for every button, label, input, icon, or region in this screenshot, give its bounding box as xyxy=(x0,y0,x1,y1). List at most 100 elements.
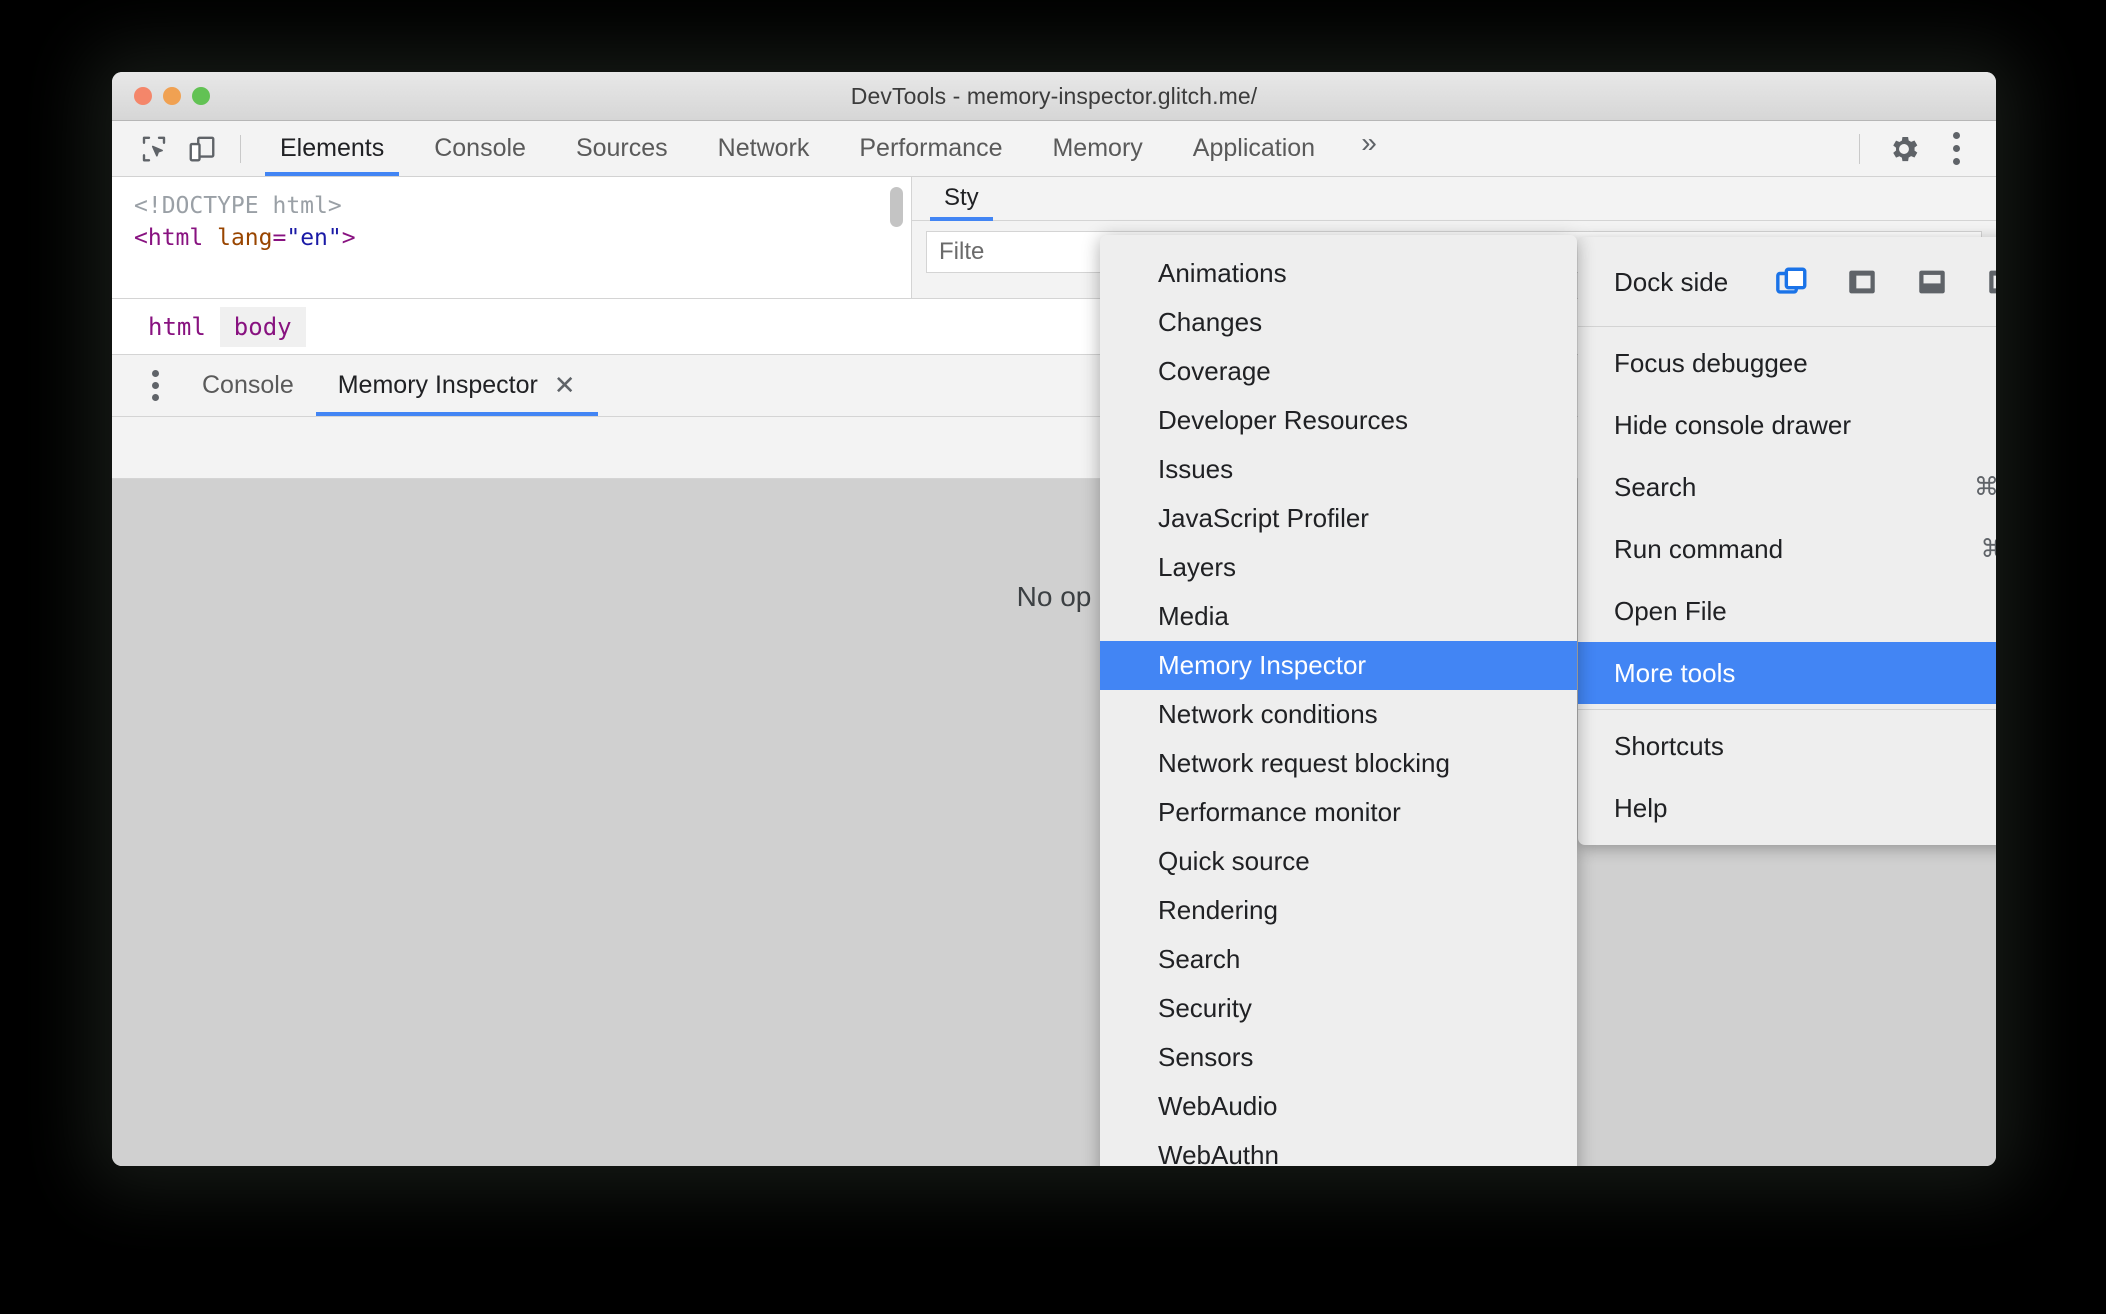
menu-item-shortcuts-label: Shortcuts xyxy=(1614,730,1724,761)
tab-application[interactable]: Application xyxy=(1168,121,1340,176)
dock-side-row: Dock side xyxy=(1578,243,1996,321)
tab-memory-label: Memory xyxy=(1052,134,1143,162)
drawer-tab-memory-inspector[interactable]: Memory Inspector ✕ xyxy=(315,355,598,416)
more-tools-item-developer-resources[interactable]: Developer Resources xyxy=(1100,396,1577,445)
tab-network[interactable]: Network xyxy=(693,121,835,176)
styles-tabbar: Sty xyxy=(912,177,1996,221)
more-tools-item-changes[interactable]: Changes xyxy=(1100,298,1577,347)
more-tools-item-webaudio[interactable]: WebAudio xyxy=(1100,1082,1577,1131)
more-tools-item-memory-inspector[interactable]: Memory Inspector xyxy=(1100,641,1577,690)
menu-item-search[interactable]: Search ⌘ ⌥ F xyxy=(1578,456,1996,518)
tab-performance-label: Performance xyxy=(859,134,1003,162)
main-options-menu: Dock side Focus debuggee Hide console dr… xyxy=(1578,237,1996,845)
dom-open-bracket: < xyxy=(134,224,148,251)
breadcrumb-item-body[interactable]: body xyxy=(219,306,306,347)
dock-to-bottom-icon[interactable] xyxy=(1914,265,1950,299)
more-tools-item-sensors[interactable]: Sensors xyxy=(1100,1033,1577,1082)
tab-styles[interactable]: Sty xyxy=(930,184,993,221)
inspect-element-icon[interactable] xyxy=(130,127,178,171)
menu-separator-bottom xyxy=(1578,709,1996,710)
tab-elements[interactable]: Elements xyxy=(255,121,409,176)
menu-item-focus-debuggee-label: Focus debuggee xyxy=(1614,347,1808,378)
more-tools-item-animations[interactable]: Animations xyxy=(1100,249,1577,298)
more-tools-submenu: Animations Changes Coverage Developer Re… xyxy=(1100,235,1577,1166)
menu-item-open-file-label: Open File xyxy=(1614,595,1727,626)
tab-console[interactable]: Console xyxy=(409,121,551,176)
more-tools-item-media[interactable]: Media xyxy=(1100,592,1577,641)
more-tools-item-performance-monitor[interactable]: Performance monitor xyxy=(1100,788,1577,837)
device-toolbar-icon[interactable] xyxy=(178,127,226,171)
tab-elements-label: Elements xyxy=(280,134,385,162)
dom-close-bracket: > xyxy=(341,224,356,251)
dock-side-options xyxy=(1774,265,1996,299)
window-titlebar: DevTools - memory-inspector.glitch.me/ xyxy=(112,72,1996,121)
menu-item-shortcuts[interactable]: Shortcuts xyxy=(1578,715,1996,777)
dock-side-label: Dock side xyxy=(1614,266,1729,297)
more-tools-item-search[interactable]: Search xyxy=(1100,935,1577,984)
tab-network-label: Network xyxy=(717,134,810,162)
more-tools-item-network-request-blocking[interactable]: Network request blocking xyxy=(1100,739,1577,788)
drawer-tab-console[interactable]: Console xyxy=(180,355,316,416)
panel-tab-list: Elements Console Sources Network Perform… xyxy=(255,121,1398,176)
menu-item-hide-console-drawer[interactable]: Hide console drawer Esc xyxy=(1578,394,1996,456)
dom-attr-eq: = xyxy=(272,224,287,251)
dom-tree-scrollbar[interactable] xyxy=(890,187,903,227)
drawer-menu-icon[interactable] xyxy=(130,364,180,408)
more-tools-item-quick-source[interactable]: Quick source xyxy=(1100,837,1577,886)
three-dot-glyph xyxy=(1952,132,1960,165)
menu-item-help[interactable]: Help ▶ xyxy=(1578,777,1996,839)
window-title: DevTools - memory-inspector.glitch.me/ xyxy=(850,82,1258,109)
dom-doctype-line: <!DOCTYPE html> xyxy=(134,193,342,219)
more-tools-item-network-conditions[interactable]: Network conditions xyxy=(1100,690,1577,739)
menu-item-hide-console-drawer-label: Hide console drawer xyxy=(1614,409,1852,440)
close-icon[interactable]: ✕ xyxy=(554,370,576,401)
devtools-main-toolbar: Elements Console Sources Network Perform… xyxy=(112,121,1996,177)
dom-tree[interactable]: <!DOCTYPE html> <html lang="en"> xyxy=(112,177,912,298)
toolbar-right-divider xyxy=(1859,133,1860,164)
traffic-light-group xyxy=(134,87,210,105)
tab-performance[interactable]: Performance xyxy=(834,121,1027,176)
menu-item-focus-debuggee[interactable]: Focus debuggee xyxy=(1578,332,1996,394)
menu-item-open-file[interactable]: Open File ⌘ P xyxy=(1578,580,1996,642)
close-window-button[interactable] xyxy=(134,87,152,105)
menu-item-run-command-accel: ⌘ ⇧ P xyxy=(1980,534,1996,564)
more-tools-item-coverage[interactable]: Coverage xyxy=(1100,347,1577,396)
tab-application-label: Application xyxy=(1192,134,1316,162)
tab-console-label: Console xyxy=(434,134,526,162)
gear-icon[interactable] xyxy=(1878,126,1930,172)
more-tools-item-security[interactable]: Security xyxy=(1100,984,1577,1033)
menu-item-search-accel: ⌘ ⌥ F xyxy=(1974,473,1996,501)
devtools-window: DevTools - memory-inspector.glitch.me/ E… xyxy=(112,72,1996,1166)
menu-item-help-label: Help xyxy=(1614,792,1668,823)
three-dot-menu-icon[interactable] xyxy=(1930,126,1982,172)
menu-item-more-tools-label: More tools xyxy=(1614,657,1736,688)
tab-memory[interactable]: Memory xyxy=(1027,121,1167,176)
menu-item-search-label: Search xyxy=(1614,471,1697,502)
more-tools-item-javascript-profiler[interactable]: JavaScript Profiler xyxy=(1100,494,1577,543)
dock-to-right-icon[interactable] xyxy=(1984,265,1996,299)
breadcrumb-item-html[interactable]: html xyxy=(134,307,220,347)
more-tools-item-webauthn[interactable]: WebAuthn xyxy=(1100,1131,1577,1166)
dom-tag-name: html xyxy=(147,224,204,251)
menu-item-run-command-label: Run command xyxy=(1614,533,1784,564)
minimize-window-button[interactable] xyxy=(163,87,181,105)
more-tools-item-issues[interactable]: Issues xyxy=(1100,445,1577,494)
toolbar-right-group xyxy=(1859,121,1982,176)
maximize-window-button[interactable] xyxy=(192,87,210,105)
menu-separator-top xyxy=(1578,326,1996,327)
dom-html-line[interactable]: <html lang="en"> xyxy=(134,223,911,255)
undock-into-separate-window-icon[interactable] xyxy=(1774,265,1810,299)
dock-to-left-icon[interactable] xyxy=(1844,265,1880,299)
drawer-tab-memory-inspector-label: Memory Inspector xyxy=(337,371,538,399)
more-tools-item-layers[interactable]: Layers xyxy=(1100,543,1577,592)
dom-attr-value: "en" xyxy=(286,224,342,251)
drawer-tab-console-label: Console xyxy=(202,371,294,399)
tab-sources[interactable]: Sources xyxy=(551,121,693,176)
more-tabs-chevron-icon[interactable]: » xyxy=(1340,121,1398,165)
more-tools-item-rendering[interactable]: Rendering xyxy=(1100,886,1577,935)
dom-attr-name: lang xyxy=(217,224,273,251)
menu-item-more-tools[interactable]: More tools ▶ xyxy=(1578,642,1996,704)
drawer-empty-message: No op xyxy=(1016,581,1092,612)
tab-sources-label: Sources xyxy=(575,134,668,162)
menu-item-run-command[interactable]: Run command ⌘ ⇧ P xyxy=(1578,518,1996,580)
